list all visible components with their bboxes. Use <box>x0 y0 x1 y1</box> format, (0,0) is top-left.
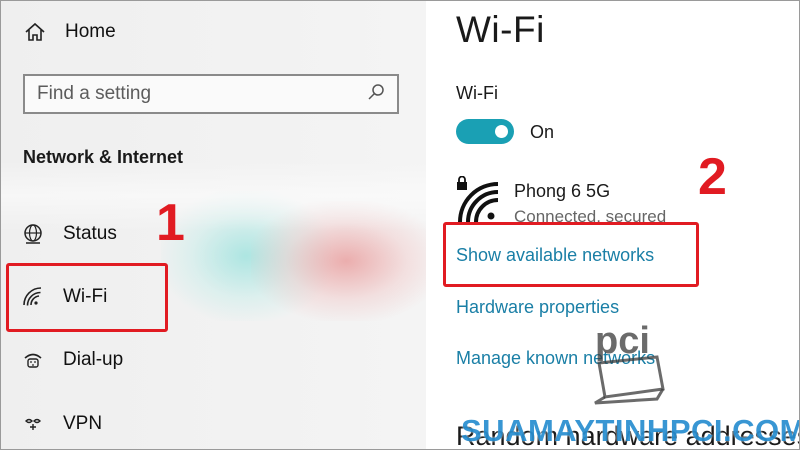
annotation-box-wifi <box>6 263 168 332</box>
nav-section-title: Network & Internet <box>23 147 184 167</box>
settings-nav-pane: Home Network & Internet Status Wi-Fi <box>1 1 426 449</box>
wifi-toggle[interactable] <box>456 119 514 144</box>
nav-item-dialup-label: Dial-up <box>63 349 124 370</box>
vpn-icon <box>21 412 45 436</box>
site-watermark: SUAMAYTINHPCI.COM <box>461 413 800 448</box>
settings-window: Home Network & Internet Status Wi-Fi <box>0 0 800 450</box>
nav-item-vpn[interactable]: VPN <box>21 412 102 436</box>
svg-text:pci: pci <box>595 320 650 362</box>
nav-home[interactable]: Home <box>23 20 116 44</box>
nav-home-label: Home <box>65 21 116 42</box>
hardware-properties-link[interactable]: Hardware properties <box>456 297 619 318</box>
wifi-toggle-label: Wi-Fi <box>456 83 498 103</box>
nav-item-dialup[interactable]: Dial-up <box>21 348 123 372</box>
background-blur-light <box>1 161 426 231</box>
network-name: Phong 6 5G <box>514 181 611 201</box>
globe-icon <box>21 222 45 246</box>
annotation-step-2: 2 <box>698 148 727 206</box>
nav-item-vpn-label: VPN <box>63 413 103 434</box>
page-title: Wi-Fi <box>456 9 545 50</box>
secured-wifi-icon <box>454 175 502 224</box>
search-icon[interactable] <box>367 83 385 106</box>
dialup-icon <box>21 348 45 372</box>
annotation-step-1: 1 <box>156 194 185 252</box>
nav-item-status-label: Status <box>63 223 117 244</box>
search-input[interactable] <box>37 83 357 105</box>
search-box[interactable] <box>23 74 399 114</box>
toggle-knob <box>495 125 508 138</box>
pci-logo-watermark: pci <box>589 319 671 407</box>
wifi-toggle-state: On <box>530 122 555 142</box>
nav-item-status[interactable]: Status <box>21 222 117 246</box>
home-icon <box>23 20 47 44</box>
annotation-box-show-networks <box>443 222 699 287</box>
